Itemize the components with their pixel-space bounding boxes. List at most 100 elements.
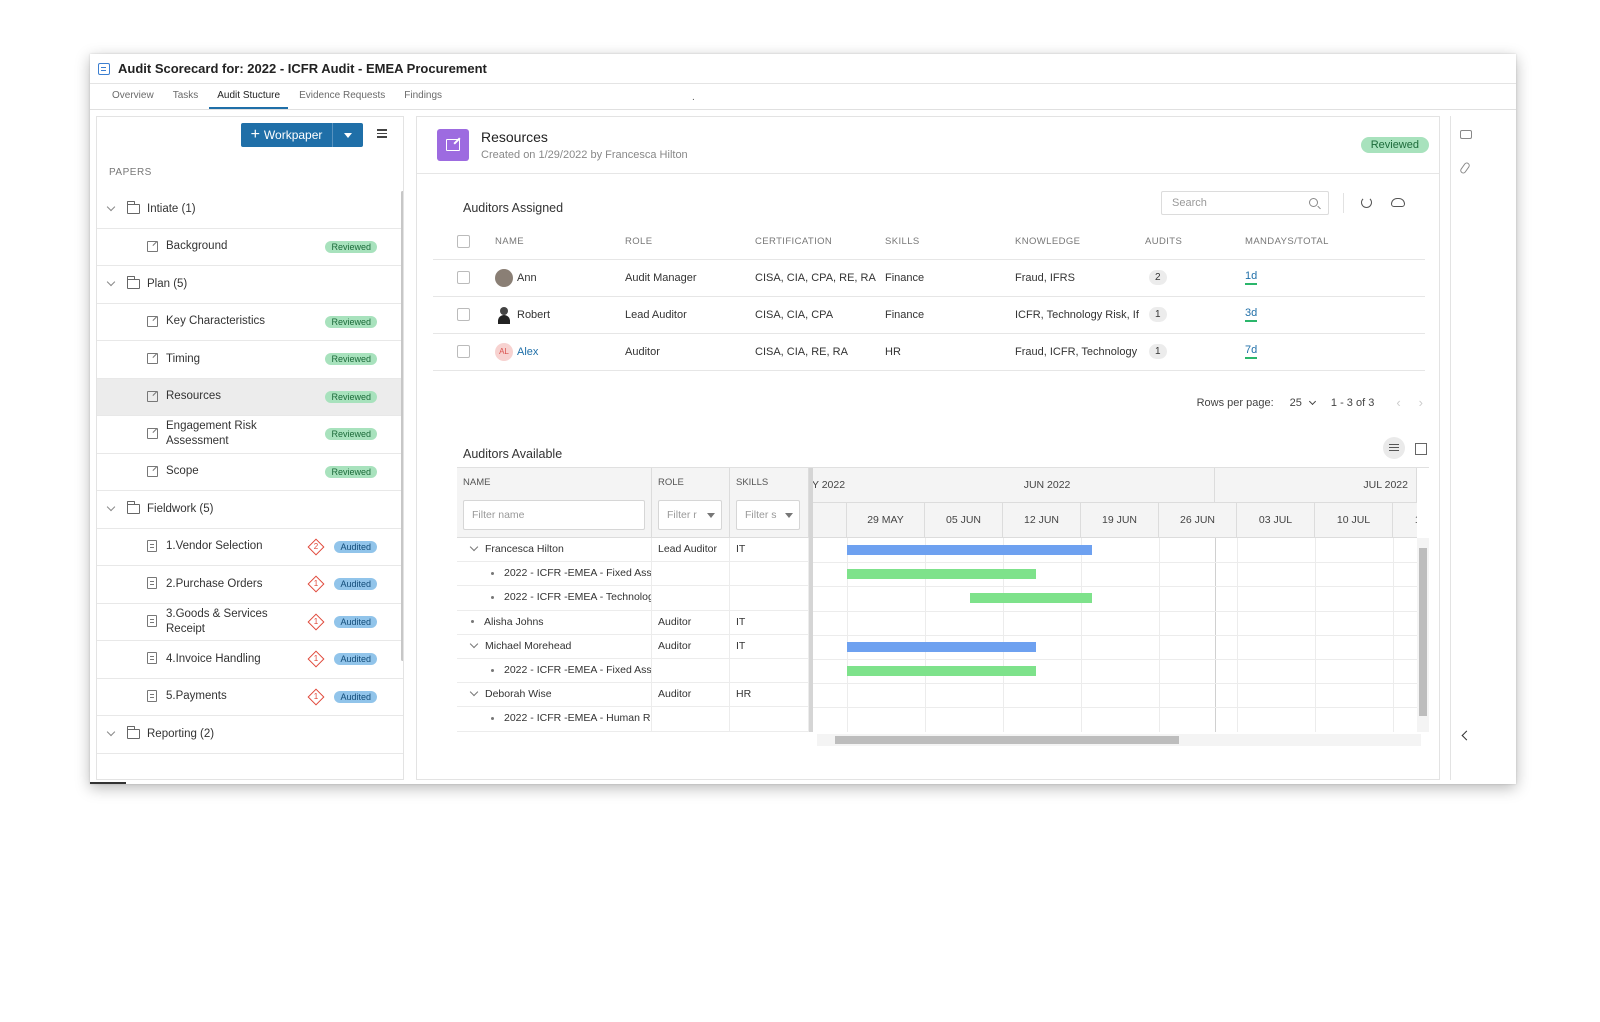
tab-evidence-requests[interactable]: Evidence Requests [291,84,393,109]
title-bar: Audit Scorecard for: 2022 - ICFR Audit -… [90,54,1516,84]
certification-cell: CISA, CIA, RE, RA [755,333,885,371]
rows-per-page-select[interactable]: 25 [1290,397,1316,409]
attachment-icon[interactable] [1459,161,1471,175]
tab-findings[interactable]: Findings [396,84,450,109]
paper-row[interactable]: Background Reviewed [97,229,403,266]
chevron-down-icon[interactable] [106,727,116,737]
assigned-row[interactable]: AL Alex Auditor CISA, CIA, RE, RA HR Fraud, I… [433,333,1425,371]
workpaper-dropdown-button[interactable] [333,123,363,147]
resource-row[interactable]: Deborah Wise Auditor HR [457,683,809,708]
search-input[interactable]: Search [1161,191,1329,215]
gantt-role-cell [652,562,730,586]
paper-row[interactable]: Scope Reviewed [97,454,403,491]
mandays-link[interactable]: 7d [1245,344,1258,359]
col-knowledge[interactable]: KNOWLEDGE [1015,225,1145,260]
grid-view-icon[interactable] [1409,437,1431,459]
gantt-task-bar[interactable] [847,569,1037,580]
assigned-row[interactable]: Ann Audit Manager CISA, CIA, CPA, RE, RA Fi… [433,259,1425,297]
tab-audit-structure[interactable]: Audit Stucture [209,84,289,109]
status-badge: Audited [334,540,377,553]
col-role[interactable]: ROLE [625,225,755,260]
tree-scrollbar[interactable] [401,191,403,661]
resource-row[interactable]: Michael Morehead Auditor IT [457,634,809,659]
list-view-icon[interactable] [1383,437,1405,459]
resource-row[interactable]: Francesca Hilton Lead Auditor IT [457,538,809,563]
mandays-link[interactable]: 3d [1245,307,1258,322]
assignment-row[interactable]: 2022 - ICFR -EMEA - Technology [457,586,809,611]
workpaper-icon [147,353,158,364]
row-checkbox[interactable] [457,271,470,284]
skills-cell: Finance [885,259,1015,297]
mandays-link[interactable]: 1d [1245,270,1258,285]
gantt-name: Francesca Hilton [485,543,564,555]
gantt-row-line [813,683,1417,685]
gantt-task-bar[interactable] [969,593,1093,604]
auditor-name-cell: Ann [495,259,625,297]
status-badge[interactable]: Reviewed [1360,137,1429,153]
auditor-name[interactable]: Alex [517,345,538,357]
gantt-horizontal-scrollbar[interactable] [817,734,1421,746]
row-checkbox[interactable] [457,308,470,321]
gantt-task-bar[interactable] [847,666,1037,676]
filter-role-select[interactable]: Filter r [658,500,722,530]
paper-row[interactable]: 1.Vendor Selection 2 Audited [97,529,403,566]
paper-row[interactable]: 3.Goods & Services Receipt 1 Audited [97,604,403,641]
paper-row[interactable]: Resources Reviewed [97,378,403,416]
assigned-row[interactable]: Robert Lead Auditor CISA, CIA, CPA Finance I… [433,296,1425,334]
comment-icon[interactable] [1460,130,1472,139]
add-workpaper-button[interactable]: + Workpaper [241,123,333,147]
gantt-task-bar[interactable] [847,545,1093,555]
refresh-icon[interactable] [1361,197,1372,208]
col-certification[interactable]: CERTIFICATION [755,225,885,260]
folder-row[interactable]: Reporting (2) [97,716,403,754]
gantt-name: Michael Morehead [485,639,572,652]
gantt-week-header: 26 JUN [1159,503,1237,538]
chevron-down-icon[interactable] [469,687,479,697]
avatar: AL [495,342,513,361]
chevron-down-icon[interactable] [469,542,479,552]
tab-overview[interactable]: Overview [104,84,162,109]
chevron-down-icon[interactable] [106,502,116,512]
assignment-row[interactable]: 2022 - ICFR -EMEA - Human Resources [457,707,809,732]
folder-row[interactable]: Fieldwork (5) [97,491,403,529]
select-all-checkbox[interactable] [457,235,470,249]
cloud-download-icon[interactable] [1391,198,1405,207]
paper-row[interactable]: 2.Purchase Orders 1 Audited [97,566,403,604]
gantt-col-role: ROLE Filter r [652,468,730,538]
filter-name-input[interactable]: Filter name [463,500,645,530]
paper-label: 4.Invoice Handling [166,652,261,665]
col-mandays[interactable]: MANDAYS/TOTAL [1245,225,1425,260]
row-checkbox[interactable] [457,345,470,358]
col-audits[interactable]: AUDITS [1145,225,1245,260]
chevron-down-icon[interactable] [106,202,116,212]
gantt-role-cell: Auditor [652,634,730,658]
folder-row[interactable]: Intiate (1) [97,191,403,229]
assignment-row[interactable]: 2022 - ICFR -EMEA - Fixed Assets [457,562,809,587]
paper-row[interactable]: Timing Reviewed [97,341,403,379]
gantt-row-line [813,659,1417,660]
assigned-table: NAME ROLE CERTIFICATION SKILLS KNOWLEDGE… [433,225,1425,371]
assignment-row[interactable]: 2022 - ICFR -EMEA - Fixed Assets [457,658,809,684]
chevron-down-icon[interactable] [469,639,479,648]
paper-row[interactable]: Key Characteristics Reviewed [97,304,403,341]
resource-row[interactable]: Alisha Johns Auditor IT [457,610,809,635]
prev-page-icon[interactable]: ‹ [1396,395,1400,410]
chevron-down-icon [1308,397,1316,405]
tab-tasks[interactable]: Tasks [165,84,207,109]
filter-skills-select[interactable]: Filter s [736,500,800,530]
folder-row[interactable]: Plan (5) [97,266,403,304]
paper-row[interactable]: 4.Invoice Handling 1 Audited [97,641,403,679]
collapse-all-icon[interactable] [377,129,387,139]
gantt-vertical-scrollbar[interactable] [1417,538,1429,732]
col-skills[interactable]: SKILLS [885,225,1015,260]
gantt-skills-cell: IT [730,538,809,562]
paper-row[interactable]: Engagement Risk Assessment Reviewed [97,416,403,454]
app-window: Audit Scorecard for: 2022 - ICFR Audit -… [90,54,1516,784]
caret-down-icon [707,513,715,518]
col-name[interactable]: NAME [495,225,625,260]
chevron-down-icon[interactable] [106,277,116,287]
gantt-task-bar[interactable] [847,641,1037,652]
paper-row[interactable]: 5.Payments 1 Audited [97,679,403,716]
chevron-left-icon[interactable] [1461,730,1472,741]
next-page-icon[interactable]: › [1419,395,1423,410]
